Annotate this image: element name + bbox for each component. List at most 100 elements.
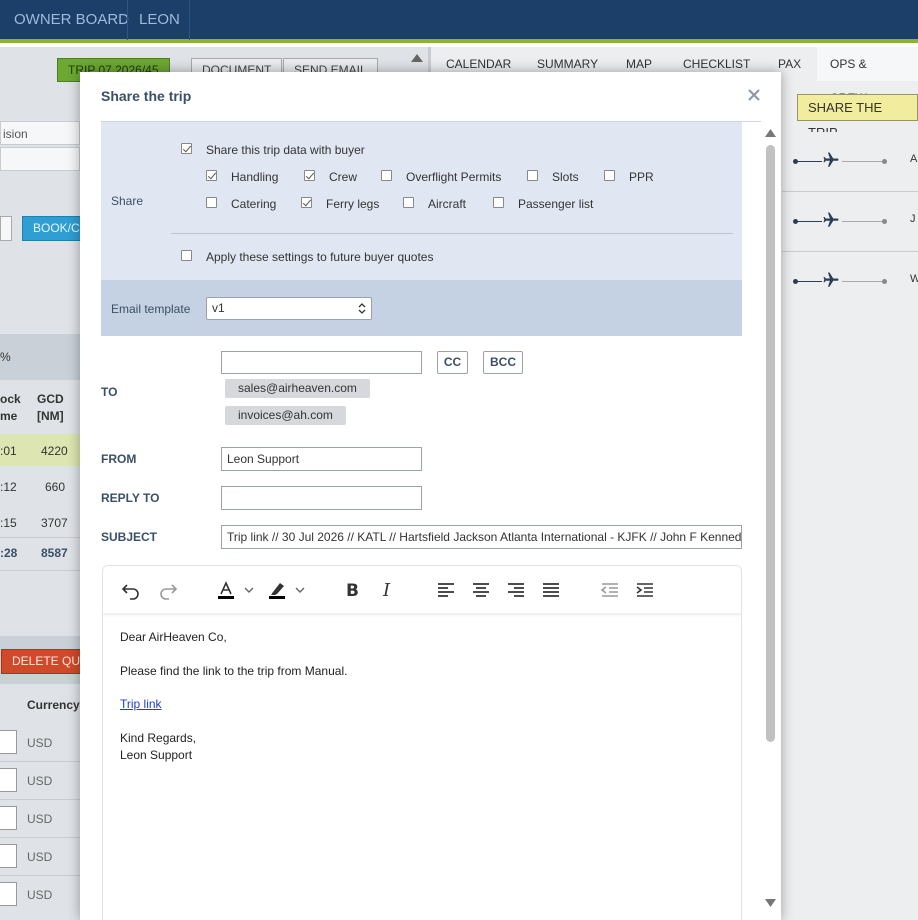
gcd-header: GCD (37, 392, 64, 406)
subject-label: SUBJECT (101, 530, 158, 544)
stats-band (0, 334, 80, 380)
email-body-text: Please find the link to the trip from Ma… (120, 664, 348, 678)
price-input[interactable] (0, 806, 17, 830)
airplane-icon (823, 212, 839, 227)
share-label: Share (111, 194, 144, 208)
overflight-permits-label: Overflight Permits (406, 170, 502, 184)
ppr-checkbox[interactable] (604, 170, 615, 181)
currency-cell: USD (27, 812, 53, 826)
aircraft-label: Aircraft (428, 197, 467, 211)
cc-button[interactable]: CC (437, 351, 468, 374)
route-dest-dot (882, 279, 887, 284)
align-right-icon[interactable] (506, 580, 526, 600)
route-line (842, 221, 882, 222)
left-panel-scroll-up[interactable] (410, 52, 424, 68)
price-input[interactable] (0, 882, 17, 906)
highlight-dropdown-icon[interactable] (294, 580, 306, 600)
nav-owner-board[interactable]: OWNER BOARD (14, 0, 129, 40)
currency-cell: USD (27, 850, 53, 864)
route-leg[interactable]: A (782, 132, 918, 190)
to-input[interactable] (221, 351, 422, 374)
text-color-icon[interactable] (216, 580, 236, 600)
background-small-button[interactable] (0, 216, 12, 241)
price-input[interactable] (0, 730, 17, 754)
svg-text:I: I (382, 580, 391, 600)
total-gcd: 8587 (41, 546, 68, 560)
reply-to-input[interactable] (221, 486, 422, 510)
divider (0, 875, 80, 876)
price-input[interactable] (0, 844, 17, 868)
subject-input[interactable]: Trip link // 30 Jul 2026 // KATL // Hart… (221, 525, 742, 549)
route-leg[interactable]: J (782, 192, 918, 250)
from-input[interactable]: Leon Support (221, 447, 422, 471)
recipient-chip[interactable]: sales@airheaven.com (225, 379, 370, 398)
email-closing: Kind Regards, (120, 731, 197, 745)
handling-label: Handling (231, 170, 279, 184)
nav-leon[interactable]: LEON (139, 0, 180, 40)
tab-pax[interactable]: PAX (778, 47, 801, 81)
text-color-dropdown-icon[interactable] (243, 580, 255, 600)
crew-checkbox[interactable] (304, 170, 315, 181)
indent-icon[interactable] (635, 580, 655, 600)
price-input[interactable] (0, 768, 17, 792)
route-dest-dot (882, 159, 887, 164)
redo-icon[interactable] (158, 580, 178, 600)
block-time-header-2: me (0, 409, 18, 423)
ferry-legs-checkbox[interactable] (301, 197, 312, 208)
italic-icon[interactable]: I (377, 580, 397, 600)
apply-future-checkbox[interactable] (181, 250, 192, 261)
slots-label: Slots (552, 170, 579, 184)
route-line (842, 161, 882, 162)
outdent-icon[interactable] (600, 580, 620, 600)
close-icon[interactable] (747, 88, 761, 102)
route-leg[interactable]: W (782, 252, 918, 310)
scroll-up-arrow-icon[interactable] (765, 129, 776, 137)
email-template-select[interactable]: v1 (206, 297, 372, 320)
email-body-editor[interactable]: B I Dear AirHeaven Co, Please find the l… (102, 565, 742, 920)
route-label: J (910, 213, 916, 225)
bcc-button[interactable]: BCC (483, 351, 523, 374)
aircraft-checkbox[interactable] (403, 197, 414, 208)
handling-checkbox[interactable] (206, 170, 217, 181)
email-template-panel (101, 280, 742, 336)
airplane-icon (823, 152, 839, 167)
share-with-buyer-checkbox[interactable] (181, 143, 192, 154)
divider (0, 570, 80, 571)
email-greeting: Dear AirHeaven Co, (120, 630, 227, 644)
svg-text:B: B (346, 581, 359, 600)
undo-icon[interactable] (121, 580, 141, 600)
email-template-label: Email template (111, 302, 191, 316)
email-signature: Leon Support (120, 748, 193, 762)
nav-separator (127, 0, 128, 40)
row-time: :12 (0, 480, 17, 494)
share-the-trip-button[interactable]: SHARE THE TRIP (797, 94, 918, 140)
reply-to-label: REPLY TO (101, 491, 160, 505)
share-trip-modal: Share the trip Share Share this trip dat… (80, 72, 781, 920)
catering-label: Catering (231, 197, 277, 211)
divider (0, 799, 80, 800)
scroll-down-arrow-icon[interactable] (765, 899, 776, 907)
align-justify-icon[interactable] (541, 580, 561, 600)
highlight-color-icon[interactable] (267, 580, 287, 600)
bold-icon[interactable]: B (342, 580, 362, 600)
route-dest-dot (882, 219, 887, 224)
align-left-icon[interactable] (436, 580, 456, 600)
apply-future-label: Apply these settings to future buyer quo… (206, 250, 434, 264)
background-field[interactable]: ision (0, 121, 80, 145)
nav-separator (189, 0, 190, 40)
align-center-icon[interactable] (471, 580, 491, 600)
crew-label: Crew (329, 170, 358, 184)
passenger-list-checkbox[interactable] (493, 197, 504, 208)
slots-checkbox[interactable] (527, 170, 538, 181)
background-field-empty[interactable] (0, 147, 80, 171)
recipient-chip[interactable]: invoices@ah.com (225, 406, 346, 425)
overflight-permits-checkbox[interactable] (381, 170, 392, 181)
tab-ops-crew[interactable]: OPS & CREW (817, 47, 918, 105)
divider (0, 761, 80, 762)
row-time: :01 (0, 444, 17, 458)
trip-link[interactable]: Trip link (120, 697, 162, 711)
modal-scrollbar-thumb[interactable] (766, 145, 775, 742)
percent-text: % (0, 350, 11, 364)
catering-checkbox[interactable] (206, 197, 217, 208)
currency-cell: USD (27, 888, 53, 902)
